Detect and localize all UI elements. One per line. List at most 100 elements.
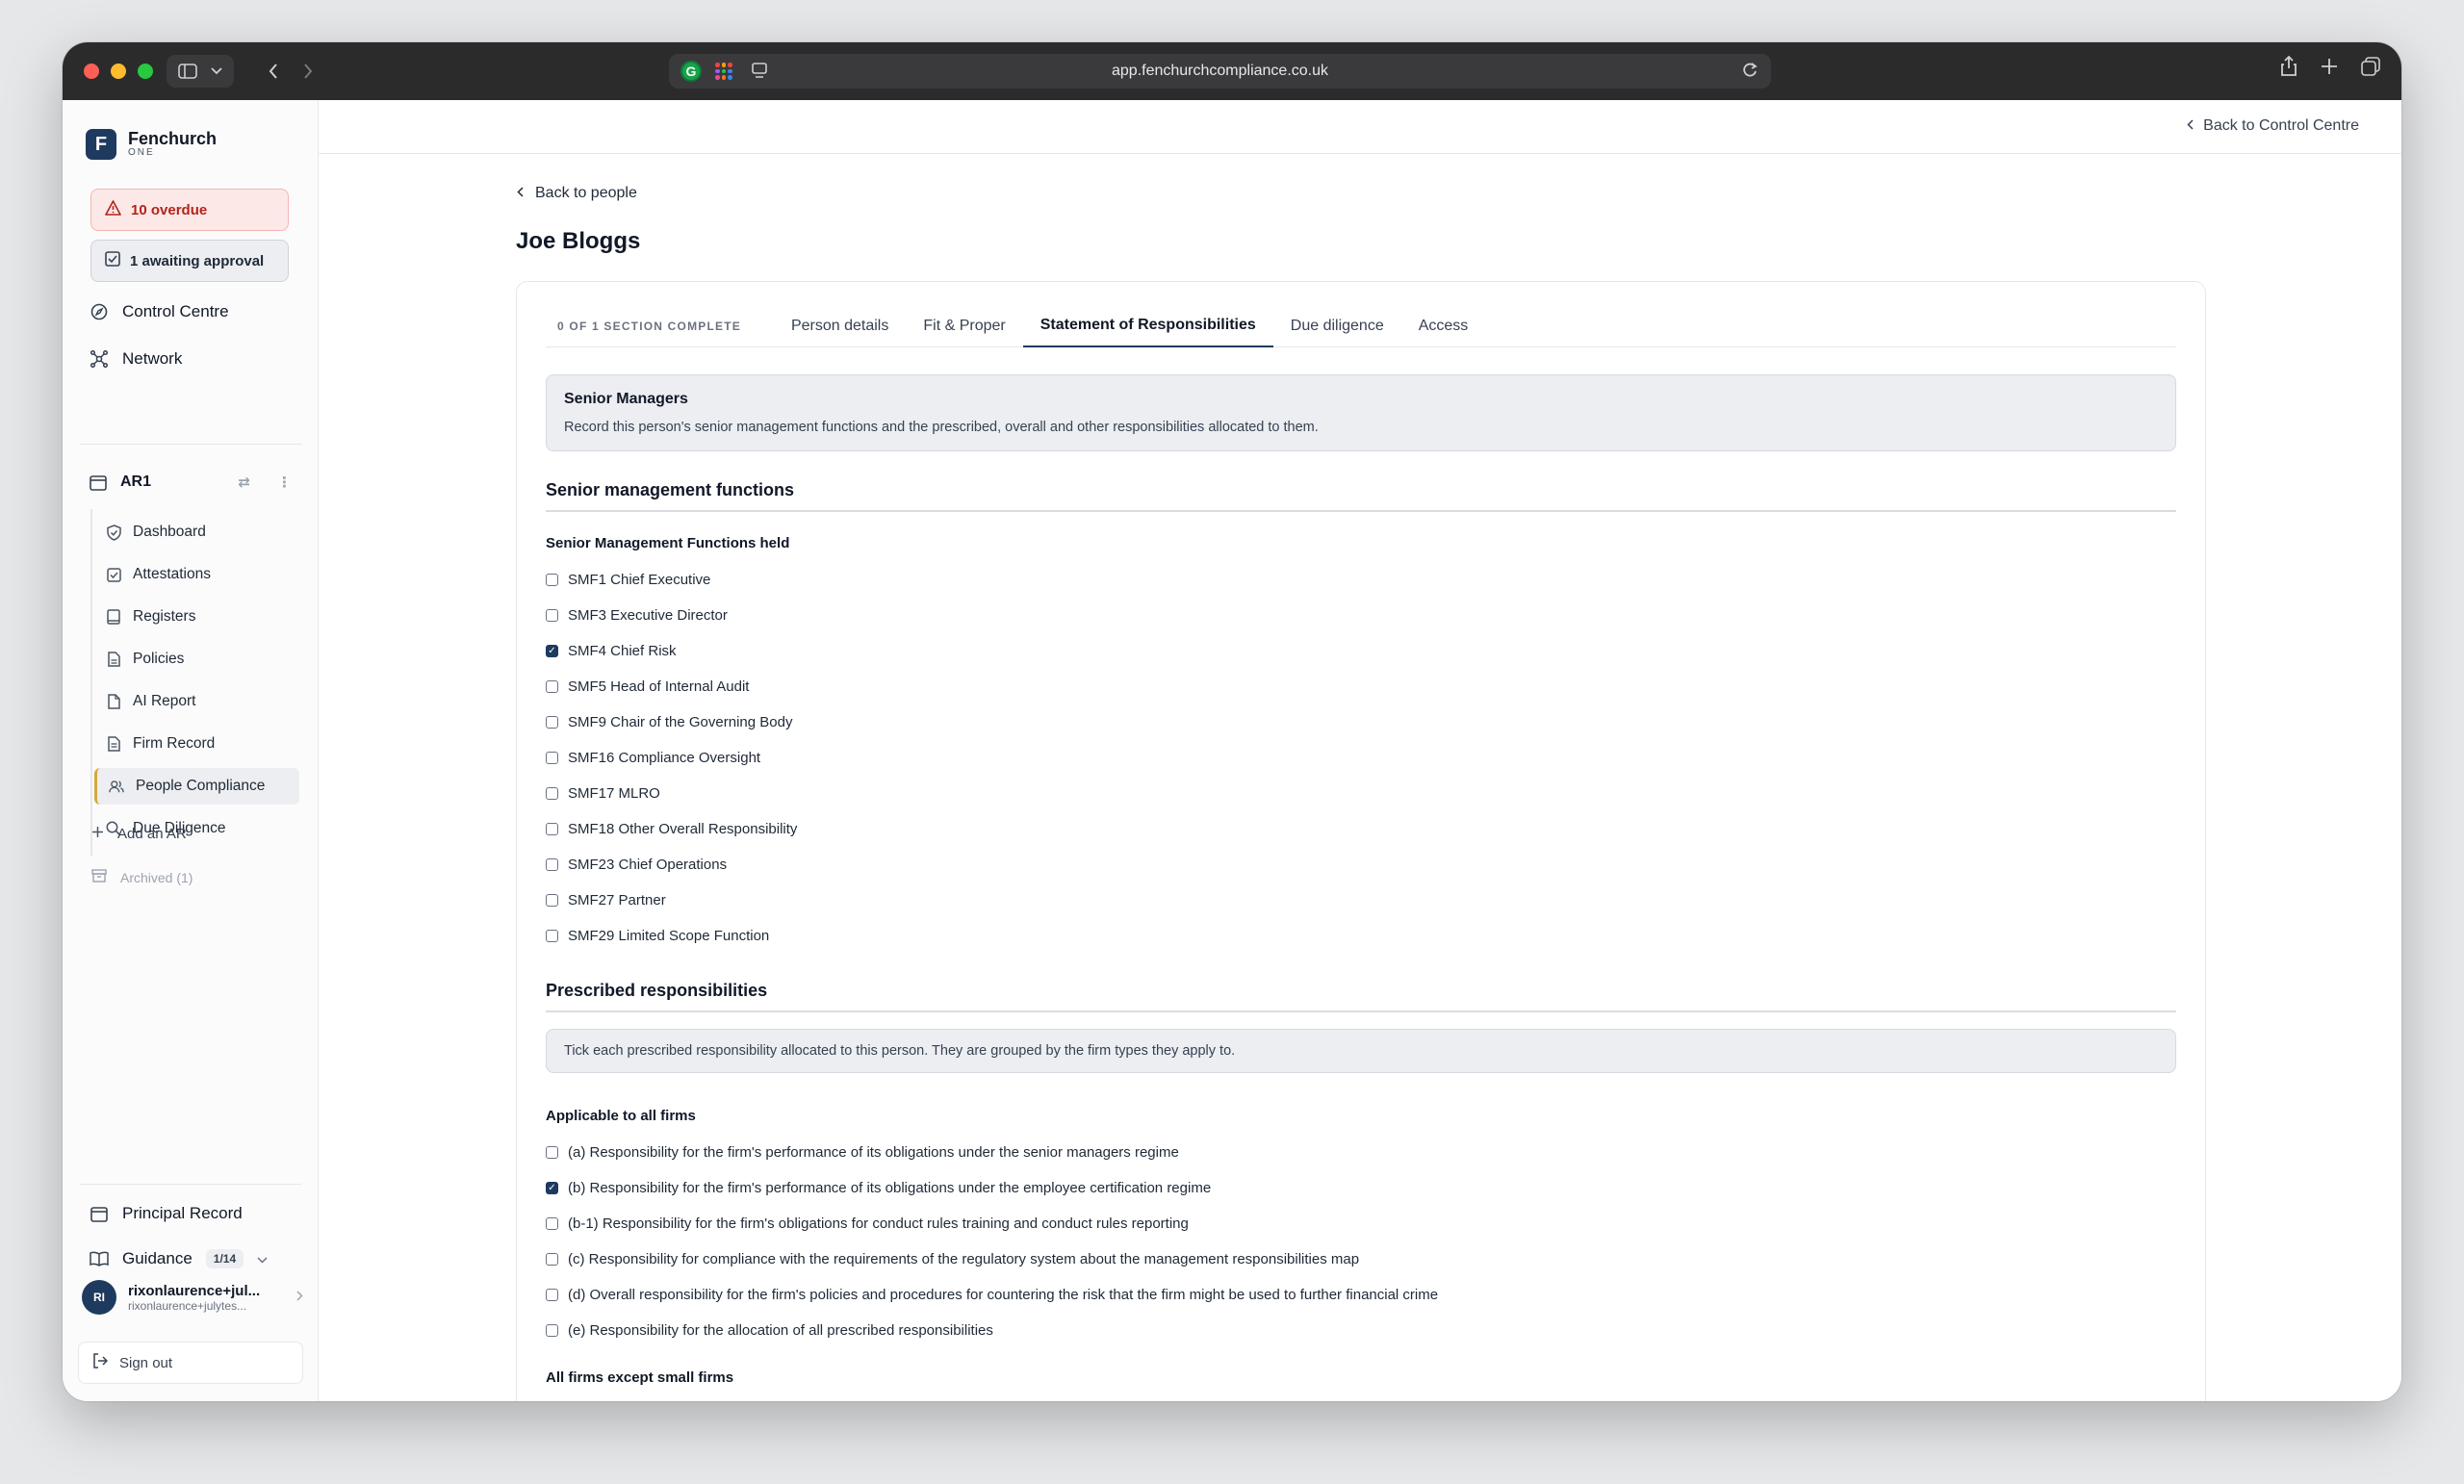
toolbar-right-actions	[2280, 56, 2380, 77]
prescribed-option[interactable]: (c) Responsibility for compliance with t…	[546, 1241, 1438, 1277]
minimize-window-button[interactable]	[111, 64, 126, 79]
smf-option-label: SMF27 Partner	[568, 892, 666, 908]
prescribed-checkbox[interactable]	[546, 1146, 558, 1159]
tab-person-details[interactable]: Person details	[774, 305, 906, 347]
tab-due-diligence[interactable]: Due diligence	[1273, 305, 1401, 347]
forward-arrow-icon[interactable]	[303, 64, 313, 79]
smf-checkbox[interactable]	[546, 574, 558, 586]
smf-checkbox[interactable]	[546, 894, 558, 907]
prescribed-checkbox[interactable]	[546, 1253, 558, 1266]
back-to-control-centre-link[interactable]: Back to Control Centre	[2187, 117, 2359, 135]
maximize-window-button[interactable]	[138, 64, 153, 79]
smf-option-label: SMF18 Other Overall Responsibility	[568, 821, 798, 837]
tab-statement-of-responsibilities[interactable]: Statement of Responsibilities	[1022, 305, 1273, 347]
smf-checkbox[interactable]	[546, 609, 558, 622]
url-text[interactable]: app.fenchurchcompliance.co.uk	[669, 63, 1771, 80]
section-title-prescribed: Prescribed responsibilities	[546, 981, 2176, 1012]
prescribed-option[interactable]: (b-1) Responsibility for the firm's obli…	[546, 1206, 1438, 1241]
sidebar-toggle-group[interactable]	[167, 55, 234, 88]
tab-access[interactable]: Access	[1401, 305, 1486, 347]
prescribed-option-label: (c) Responsibility for compliance with t…	[568, 1251, 1360, 1267]
smf-option[interactable]: SMF16 Compliance Oversight	[546, 740, 797, 776]
document-icon	[106, 652, 121, 667]
smf-option[interactable]: SMF3 Executive Director	[546, 598, 797, 633]
chevron-down-icon[interactable]	[257, 1249, 268, 1268]
smf-checkbox[interactable]	[546, 716, 558, 729]
smf-checkbox[interactable]	[546, 858, 558, 871]
prescribed-option[interactable]: (a) Responsibility for the firm's perfor…	[546, 1135, 1438, 1170]
smf-checkbox[interactable]	[546, 930, 558, 942]
smf-option-label: SMF29 Limited Scope Function	[568, 928, 770, 944]
smf-checkbox[interactable]	[546, 787, 558, 800]
back-arrow-icon[interactable]	[269, 64, 278, 79]
compass-icon	[90, 303, 109, 320]
calendar-icon	[90, 473, 107, 491]
tab-fit-and-proper[interactable]: Fit & Proper	[906, 305, 1022, 347]
prescribed-option[interactable]: (e) Responsibility for the allocation of…	[546, 1313, 1438, 1348]
more-options-icon[interactable]: ⋮	[277, 473, 292, 491]
avatar: RI	[82, 1280, 116, 1315]
back-to-people-link[interactable]: Back to people	[517, 185, 637, 202]
smf-option[interactable]: SMF5 Head of Internal Audit	[546, 669, 797, 704]
ar-section-header[interactable]: AR1 ⇄ ⋮	[90, 473, 292, 491]
smf-option[interactable]: ✓ SMF4 Chief Risk	[546, 633, 797, 669]
smf-option[interactable]: SMF1 Chief Executive	[546, 562, 797, 598]
prescribed-checkbox[interactable]	[546, 1324, 558, 1337]
reload-icon[interactable]	[1740, 60, 1759, 81]
sidebar-item-dashboard[interactable]: Dashboard	[94, 514, 299, 550]
user-profile[interactable]: RI rixonlaurence+jul... rixonlaurence+ju…	[82, 1280, 303, 1315]
sidebar-item-policies[interactable]: Policies	[94, 641, 299, 678]
smf-option-label: SMF5 Head of Internal Audit	[568, 678, 750, 695]
smf-checkbox[interactable]	[546, 823, 558, 835]
tab-overview-icon[interactable]	[2361, 56, 2380, 77]
nav-control-centre[interactable]: Control Centre	[90, 302, 229, 321]
prescribed-checkbox[interactable]	[546, 1217, 558, 1230]
smf-option[interactable]: SMF27 Partner	[546, 883, 797, 918]
smf-checkbox[interactable]: ✓	[546, 645, 558, 657]
overdue-label: 10 overdue	[131, 201, 208, 218]
smf-option[interactable]: SMF17 MLRO	[546, 776, 797, 811]
brand[interactable]: F Fenchurch ONE	[86, 129, 217, 160]
close-window-button[interactable]	[84, 64, 99, 79]
address-bar[interactable]: G app.fenchurchcompliance.co.uk	[669, 54, 1771, 89]
sidebar-item-registers[interactable]: Registers	[94, 599, 299, 635]
new-tab-icon[interactable]	[2321, 56, 2338, 77]
sidebar-item-label: Registers	[133, 608, 196, 625]
overdue-alert-button[interactable]: 10 overdue	[90, 189, 289, 231]
nav-guidance[interactable]: Guidance 1/14	[90, 1249, 292, 1268]
add-ar-button[interactable]: Add an AR	[91, 826, 187, 842]
prescribed-info: Tick each prescribed responsibility allo…	[546, 1029, 2176, 1073]
smf-checkbox[interactable]	[546, 680, 558, 693]
smf-option[interactable]: SMF9 Chair of the Governing Body	[546, 704, 797, 740]
sidebar-item-firm-record[interactable]: Firm Record	[94, 726, 299, 762]
prescribed-option[interactable]: ✓ (b) Responsibility for the firm's perfo…	[546, 1170, 1438, 1206]
ar-subnav-rail	[90, 509, 92, 856]
brand-name: Fenchurch	[128, 129, 218, 148]
smf-option-label: SMF9 Chair of the Governing Body	[568, 714, 793, 730]
nav-network[interactable]: Network	[90, 349, 182, 369]
smf-option[interactable]: SMF29 Limited Scope Function	[546, 918, 797, 954]
sign-out-button[interactable]: Sign out	[78, 1342, 303, 1384]
sidebar-item-people-compliance[interactable]: People Compliance	[94, 768, 299, 805]
smf-option[interactable]: SMF23 Chief Operations	[546, 847, 797, 883]
archived-label: Archived (1)	[120, 869, 193, 885]
smf-option[interactable]: SMF18 Other Overall Responsibility	[546, 811, 797, 847]
sidebar-item-label: People Compliance	[136, 778, 266, 794]
smf-checkbox[interactable]	[546, 752, 558, 764]
guidance-progress-badge: 1/14	[205, 1249, 244, 1268]
chevron-down-icon	[211, 67, 222, 75]
prescribed-checkbox[interactable]	[546, 1289, 558, 1301]
nav-principal-record[interactable]: Principal Record	[90, 1204, 243, 1223]
prescribed-option[interactable]: (d) Overall responsibility for the firm'…	[546, 1277, 1438, 1313]
open-book-icon	[90, 1251, 109, 1267]
archived-link[interactable]: Archived (1)	[91, 869, 192, 885]
sidebar-item-ai-report[interactable]: AI Report	[94, 683, 299, 720]
share-icon[interactable]	[2280, 56, 2297, 77]
prescribed-checkbox[interactable]: ✓	[546, 1182, 558, 1194]
sidebar-item-attestations[interactable]: Attestations	[94, 556, 299, 593]
senior-managers-info: Senior Managers Record this person's sen…	[546, 374, 2176, 451]
awaiting-approval-button[interactable]: 1 awaiting approval	[90, 240, 289, 282]
prescribed-option-label: (e) Responsibility for the allocation of…	[568, 1322, 993, 1339]
smf-option-label: SMF4 Chief Risk	[568, 643, 677, 659]
swap-icon[interactable]: ⇄	[238, 473, 250, 491]
